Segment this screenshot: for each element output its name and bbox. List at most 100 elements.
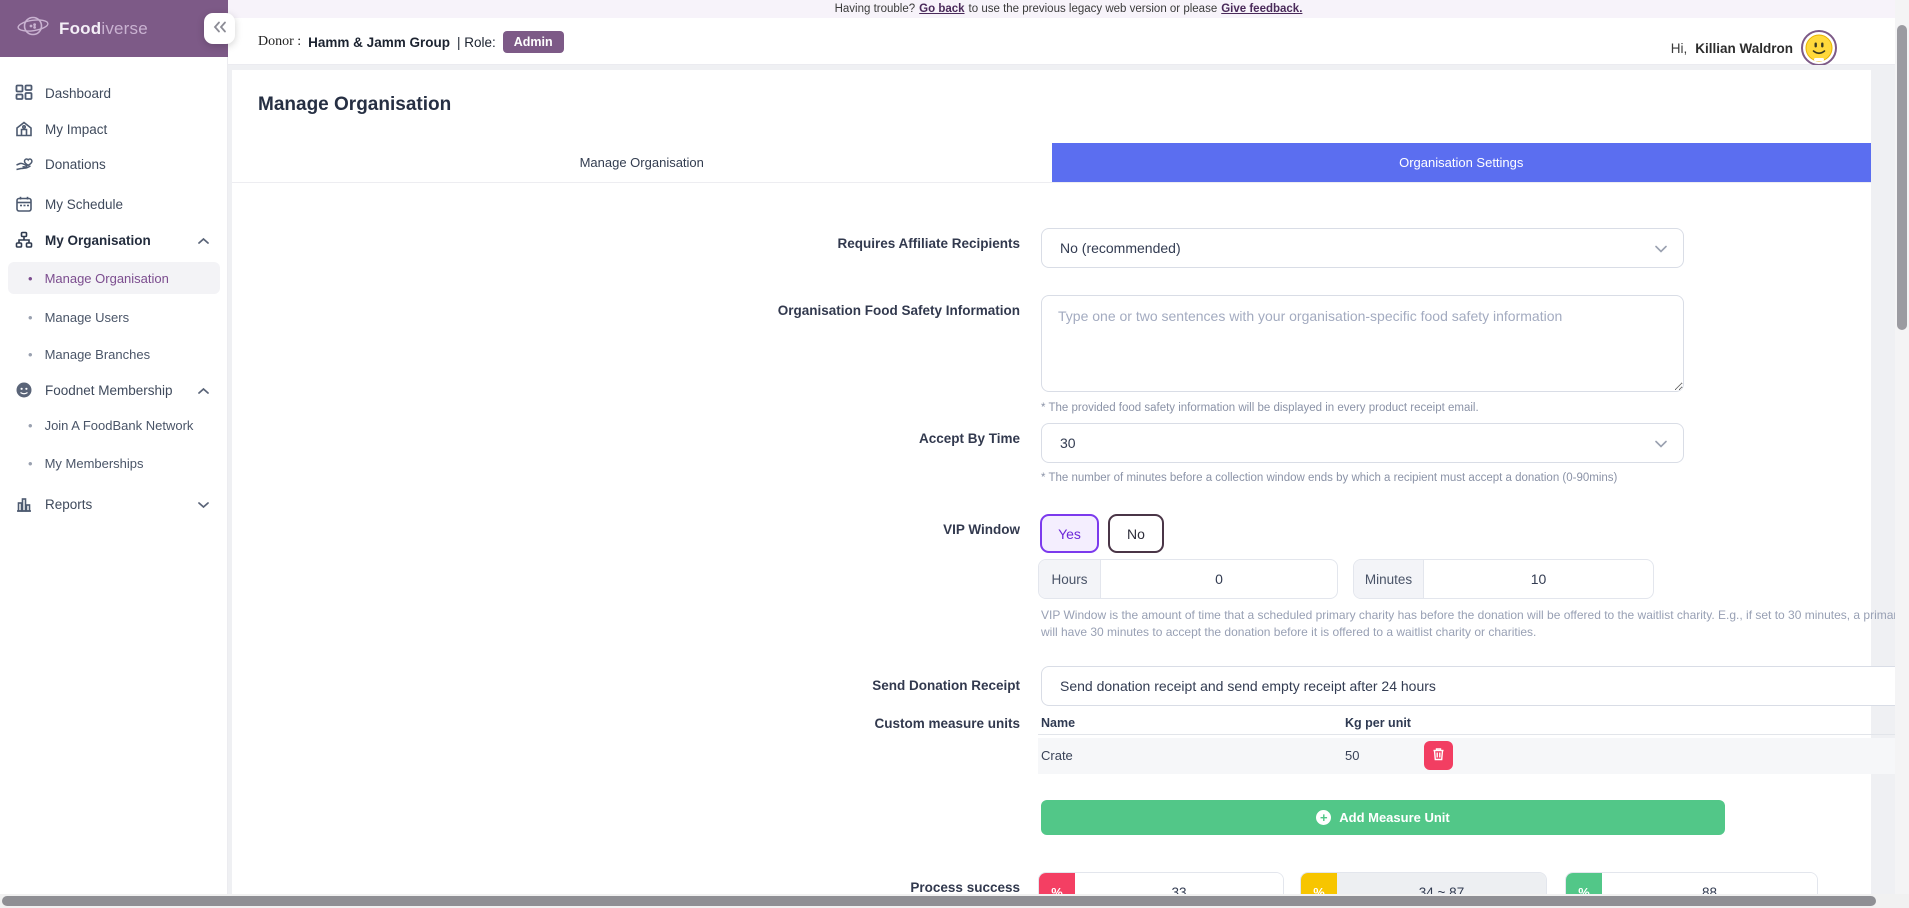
vertical-scrollbar[interactable] <box>1895 0 1909 908</box>
bar-chart-icon <box>14 495 33 514</box>
sidebar-subitem-label: My Memberships <box>45 456 144 471</box>
hand-heart-icon <box>14 155 33 174</box>
chevron-up-icon <box>198 383 209 398</box>
vertical-scrollbar-thumb[interactable] <box>1897 25 1907 330</box>
vip-window-description: VIP Window is the amount of time that a … <box>1041 607 1909 641</box>
manage-organisation-card: Manage Organisation Manage Organisation … <box>232 70 1871 908</box>
tab-bar: Manage Organisation Organisation Setting… <box>232 143 1871 183</box>
chevron-down-icon <box>1655 240 1667 256</box>
brand-logo[interactable]: Foodiverse <box>16 12 148 45</box>
top-header: Donor : Hamm & Jamm Group | Role: Admin … <box>228 18 1909 65</box>
tab-label: Organisation Settings <box>1399 155 1523 170</box>
sidebar-subitem-my-memberships[interactable]: My Memberships <box>8 447 220 479</box>
sidebar-collapse-button[interactable] <box>204 13 235 44</box>
dashboard-grid-icon <box>14 84 33 103</box>
column-header-kg: Kg per unit <box>1345 716 1411 730</box>
vip-minutes-group: Minutes 10 <box>1353 559 1654 599</box>
accept-by-time-note: * The number of minutes before a collect… <box>1041 472 1617 484</box>
measure-unit-name: Crate <box>1041 748 1073 763</box>
horizontal-scrollbar[interactable] <box>0 894 1909 908</box>
app-root: Foodiverse Dashboard My Impact Dona <box>0 0 1909 908</box>
calendar-icon <box>14 195 33 214</box>
user-info: Hi, Killian Waldron <box>1671 30 1837 66</box>
sidebar-subitem-label: Manage Organisation <box>45 271 169 286</box>
chevron-down-icon <box>198 497 209 512</box>
vip-yes-label: Yes <box>1058 526 1081 542</box>
accept-by-time-value: 30 <box>1060 435 1076 451</box>
plus-circle-icon: + <box>1316 810 1331 825</box>
sidebar-item-my-impact[interactable]: My Impact <box>0 114 228 144</box>
delete-measure-unit-button[interactable] <box>1424 741 1453 770</box>
accept-by-time-select[interactable]: 30 <box>1041 423 1684 463</box>
requires-affiliate-select[interactable]: No (recommended) <box>1041 228 1684 268</box>
horizontal-scrollbar-thumb[interactable] <box>2 896 1876 906</box>
smiley-avatar-icon <box>1805 34 1833 62</box>
sidebar-brand-header: Foodiverse <box>0 0 228 57</box>
send-receipt-select[interactable]: Send donation receipt and send empty rec… <box>1041 666 1909 706</box>
user-name: Killian Waldron <box>1695 41 1793 56</box>
hours-input[interactable]: 0 <box>1101 560 1337 598</box>
hours-label: Hours <box>1039 560 1101 598</box>
requires-affiliate-label: Requires Affiliate Recipients <box>562 236 1020 251</box>
user-avatar[interactable] <box>1801 30 1837 66</box>
role-badge: Admin <box>503 31 564 53</box>
vip-yes-button[interactable]: Yes <box>1040 514 1099 553</box>
sidebar-item-foodnet-membership[interactable]: Foodnet Membership <box>0 375 228 405</box>
vip-no-button[interactable]: No <box>1108 514 1164 553</box>
sidebar-item-dashboard[interactable]: Dashboard <box>0 78 228 108</box>
measure-units-label: Custom measure units <box>562 716 1020 731</box>
food-safety-textarea[interactable] <box>1041 295 1684 392</box>
send-receipt-value: Send donation receipt and send empty rec… <box>1060 678 1436 694</box>
brand-text: Foodiverse <box>59 19 148 39</box>
process-success-label: Process success <box>562 880 1020 895</box>
sidebar-subitem-label: Join A FoodBank Network <box>45 418 194 433</box>
sidebar-item-label: Donations <box>45 157 106 172</box>
vip-hours-group: Hours 0 <box>1038 559 1338 599</box>
sidebar-item-my-organisation[interactable]: My Organisation <box>0 225 228 255</box>
tab-label: Manage Organisation <box>580 155 704 170</box>
tab-manage-organisation[interactable]: Manage Organisation <box>232 143 1052 182</box>
sidebar-item-label: My Organisation <box>45 233 151 248</box>
sidebar-subitem-manage-branches[interactable]: Manage Branches <box>8 338 220 370</box>
minutes-label: Minutes <box>1354 560 1424 598</box>
org-chart-icon <box>14 231 33 250</box>
sidebar-item-reports[interactable]: Reports <box>0 489 228 519</box>
vip-no-label: No <box>1127 526 1145 542</box>
greeting-text: Hi, <box>1671 41 1688 56</box>
send-receipt-label: Send Donation Receipt <box>562 678 1020 693</box>
minutes-input[interactable]: 10 <box>1424 560 1653 598</box>
sidebar-item-my-schedule[interactable]: My Schedule <box>0 189 228 219</box>
measure-unit-kg: 50 <box>1345 748 1359 763</box>
column-header-name: Name <box>1041 716 1075 730</box>
sidebar-item-donations[interactable]: Donations <box>0 149 228 179</box>
give-feedback-link[interactable]: Give feedback. <box>1221 3 1302 15</box>
chevron-down-icon <box>1655 435 1667 451</box>
sidebar-item-label: My Impact <box>45 122 107 137</box>
vip-window-label: VIP Window <box>562 522 1020 537</box>
food-safety-label: Organisation Food Safety Information <box>562 303 1020 318</box>
sidebar-subitem-manage-users[interactable]: Manage Users <box>8 301 220 333</box>
legacy-version-banner: Having trouble? Go back to use the previ… <box>228 0 1909 18</box>
donor-name: Hamm & Jamm Group <box>308 35 450 50</box>
food-safety-note: * The provided food safety information w… <box>1041 402 1479 414</box>
page-title: Manage Organisation <box>258 94 451 116</box>
sidebar-subitem-join-foodbank-network[interactable]: Join A FoodBank Network <box>8 409 220 441</box>
membership-people-icon <box>14 381 33 400</box>
sidebar-subitem-label: Manage Branches <box>45 347 151 362</box>
add-measure-unit-button[interactable]: + Add Measure Unit <box>1041 800 1725 835</box>
go-back-link[interactable]: Go back <box>919 3 964 15</box>
planet-logo-icon <box>16 12 50 45</box>
trash-icon <box>1432 747 1445 764</box>
sidebar-item-label: Dashboard <box>45 86 111 101</box>
sidebar-item-label: Reports <box>45 497 92 512</box>
double-chevron-left-icon <box>213 20 227 38</box>
table-header-divider <box>1038 734 1909 735</box>
sidebar-subitem-manage-organisation[interactable]: Manage Organisation <box>8 262 220 294</box>
banner-text: to use the previous legacy web version o… <box>969 3 1218 15</box>
tab-organisation-settings[interactable]: Organisation Settings <box>1052 143 1872 182</box>
chevron-up-icon <box>198 233 209 248</box>
sidebar-item-label: Foodnet Membership <box>45 383 173 398</box>
add-measure-unit-label: Add Measure Unit <box>1339 810 1450 825</box>
role-label: | Role: <box>457 35 496 50</box>
measure-unit-row: Crate 50 <box>1038 738 1909 774</box>
